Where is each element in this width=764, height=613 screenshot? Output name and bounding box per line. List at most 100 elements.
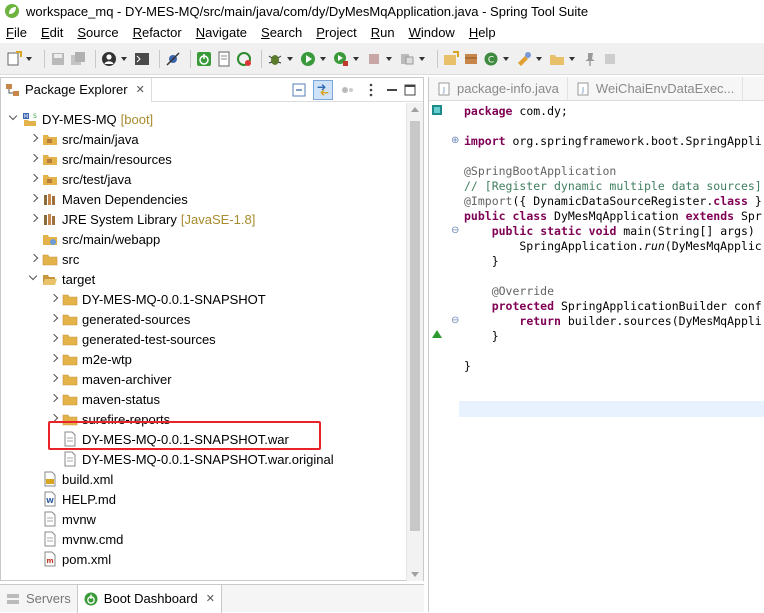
open-type-dropdown-icon[interactable]	[536, 51, 543, 67]
tree-item[interactable]: build.xml	[1, 469, 406, 489]
menu-search[interactable]: Search	[259, 25, 304, 40]
tree-item[interactable]: target	[1, 269, 406, 289]
collapsed-chevron-icon[interactable]	[29, 249, 39, 269]
tab-weichai-env-data-exec[interactable]: J WeiChaiEnvDataExec...	[568, 76, 744, 101]
open-folder-dropdown-icon[interactable]	[569, 51, 576, 67]
run-external-icon[interactable]	[333, 51, 349, 67]
expanded-chevron-icon[interactable]	[29, 269, 39, 289]
collapsed-chevron-icon[interactable]	[29, 189, 39, 209]
tree-item[interactable]: DY-MES-MQ-0.0.1-SNAPSHOT	[1, 289, 406, 309]
new-java-project-icon[interactable]	[443, 50, 459, 67]
tree-item[interactable]: src/test/java	[1, 169, 406, 189]
open-type-icon[interactable]	[516, 51, 532, 67]
menu-file[interactable]: File	[4, 25, 29, 40]
annotation-icon[interactable]	[602, 51, 618, 67]
pin-icon[interactable]	[582, 51, 598, 67]
save-icon[interactable]	[50, 51, 66, 67]
focus-active-task-icon[interactable]	[339, 82, 355, 98]
debug-icon[interactable]	[267, 51, 283, 67]
stop-icon[interactable]	[366, 51, 382, 67]
menu-project[interactable]: Project	[314, 25, 358, 40]
stop-dropdown-icon[interactable]	[386, 51, 393, 67]
tree-item[interactable]: src/main/resources	[1, 149, 406, 169]
tree-item[interactable]: mvnw	[1, 509, 406, 529]
tab-package-explorer[interactable]: Package Explorer ✕	[1, 77, 152, 102]
tree-item[interactable]: generated-sources	[1, 309, 406, 329]
tree-item[interactable]: surefire-reports	[1, 409, 406, 429]
new-class-icon[interactable]: C	[483, 51, 499, 67]
explorer-vertical-scrollbar[interactable]	[406, 103, 423, 581]
fold-collapse-icon[interactable]: ⊖	[451, 315, 459, 326]
tree-item[interactable]: src/main/webapp	[1, 229, 406, 249]
collapsed-chevron-icon[interactable]	[29, 129, 39, 149]
view-menu-icon[interactable]	[363, 82, 379, 98]
fold-collapse-icon[interactable]: ⊖	[451, 225, 459, 236]
maximize-icon[interactable]	[403, 83, 417, 97]
tree-item[interactable]: Maven Dependencies	[1, 189, 406, 209]
scroll-down-icon[interactable]	[411, 572, 419, 577]
tree-item[interactable]: DY-MES-MQ-0.0.1-SNAPSHOT.war.original	[1, 449, 406, 469]
tree-item[interactable]: M S DY-MES-MQ [boot]	[1, 109, 406, 129]
open-console-icon[interactable]	[216, 51, 232, 67]
new-icon[interactable]	[6, 50, 22, 67]
tree-item[interactable]: maven-status	[1, 389, 406, 409]
tab-boot-dashboard[interactable]: Boot Dashboard ✕	[76, 584, 222, 613]
account-icon[interactable]	[101, 51, 117, 67]
collapsed-chevron-icon[interactable]	[49, 289, 59, 309]
scrollbar-thumb[interactable]	[410, 121, 420, 531]
tree-item[interactable]: mvnw.cmd	[1, 529, 406, 549]
skip-breakpoints-icon[interactable]	[165, 51, 181, 67]
close-icon[interactable]: ✕	[206, 592, 215, 605]
menu-help[interactable]: Help	[467, 25, 498, 40]
collapsed-chevron-icon[interactable]	[49, 389, 59, 409]
tree-item[interactable]: JRE System Library [JavaSE-1.8]	[1, 209, 406, 229]
scroll-up-icon[interactable]	[411, 107, 419, 112]
collapsed-chevron-icon[interactable]	[49, 309, 59, 329]
debug-dropdown-icon[interactable]	[287, 51, 294, 67]
collapsed-chevron-icon[interactable]	[49, 409, 59, 429]
expanded-chevron-icon[interactable]	[9, 109, 19, 129]
account-dropdown-icon[interactable]	[121, 51, 128, 67]
tree-item[interactable]: maven-archiver	[1, 369, 406, 389]
deploy-dropdown-icon[interactable]	[419, 51, 426, 67]
collapsed-chevron-icon[interactable]	[29, 149, 39, 169]
tree-item[interactable]: W HELP.md	[1, 489, 406, 509]
code-area[interactable]: ⊕ ⊖ ⊖ package com.dy; import org.springfr…	[429, 102, 764, 612]
tree-item[interactable]: m2e-wtp	[1, 349, 406, 369]
new-dropdown-icon[interactable]	[26, 51, 33, 67]
collapsed-chevron-icon[interactable]	[29, 209, 39, 229]
run-dropdown-icon[interactable]	[320, 51, 327, 67]
menu-window[interactable]: Window	[407, 25, 457, 40]
fold-expand-icon[interactable]: ⊕	[451, 135, 459, 146]
terminal-icon[interactable]	[134, 51, 150, 67]
collapsed-chevron-icon[interactable]	[49, 369, 59, 389]
tree-item[interactable]: DY-MES-MQ-0.0.1-SNAPSHOT.war	[1, 429, 406, 449]
new-class-dropdown-icon[interactable]	[503, 51, 510, 67]
collapse-all-icon[interactable]	[291, 82, 307, 98]
close-icon[interactable]: ✕	[136, 83, 145, 96]
tab-package-info[interactable]: J package-info.java	[429, 76, 568, 101]
relaunch-icon[interactable]	[236, 51, 252, 67]
menu-run[interactable]: Run	[369, 25, 397, 40]
collapsed-chevron-icon[interactable]	[49, 349, 59, 369]
link-with-editor-icon[interactable]	[313, 79, 333, 100]
tree-item[interactable]: src	[1, 249, 406, 269]
tree-item[interactable]: generated-test-sources	[1, 329, 406, 349]
menu-refactor[interactable]: Refactor	[131, 25, 184, 40]
menu-source[interactable]: Source	[75, 25, 120, 40]
tree-item[interactable]: src/main/java	[1, 129, 406, 149]
minimize-icon[interactable]	[385, 83, 399, 97]
tab-servers[interactable]: Servers	[0, 585, 77, 613]
new-package-icon[interactable]	[463, 51, 479, 67]
menu-navigate[interactable]: Navigate	[194, 25, 249, 40]
tree-item[interactable]: m pom.xml	[1, 549, 406, 569]
run-external-dropdown-icon[interactable]	[353, 51, 360, 67]
spring-power-icon[interactable]	[196, 51, 212, 67]
collapsed-chevron-icon[interactable]	[49, 329, 59, 349]
run-icon[interactable]	[300, 51, 316, 67]
save-all-icon[interactable]	[70, 51, 86, 67]
collapsed-chevron-icon[interactable]	[29, 169, 39, 189]
open-folder-icon[interactable]	[549, 51, 565, 67]
menu-edit[interactable]: Edit	[39, 25, 65, 40]
deploy-icon[interactable]	[399, 51, 415, 67]
